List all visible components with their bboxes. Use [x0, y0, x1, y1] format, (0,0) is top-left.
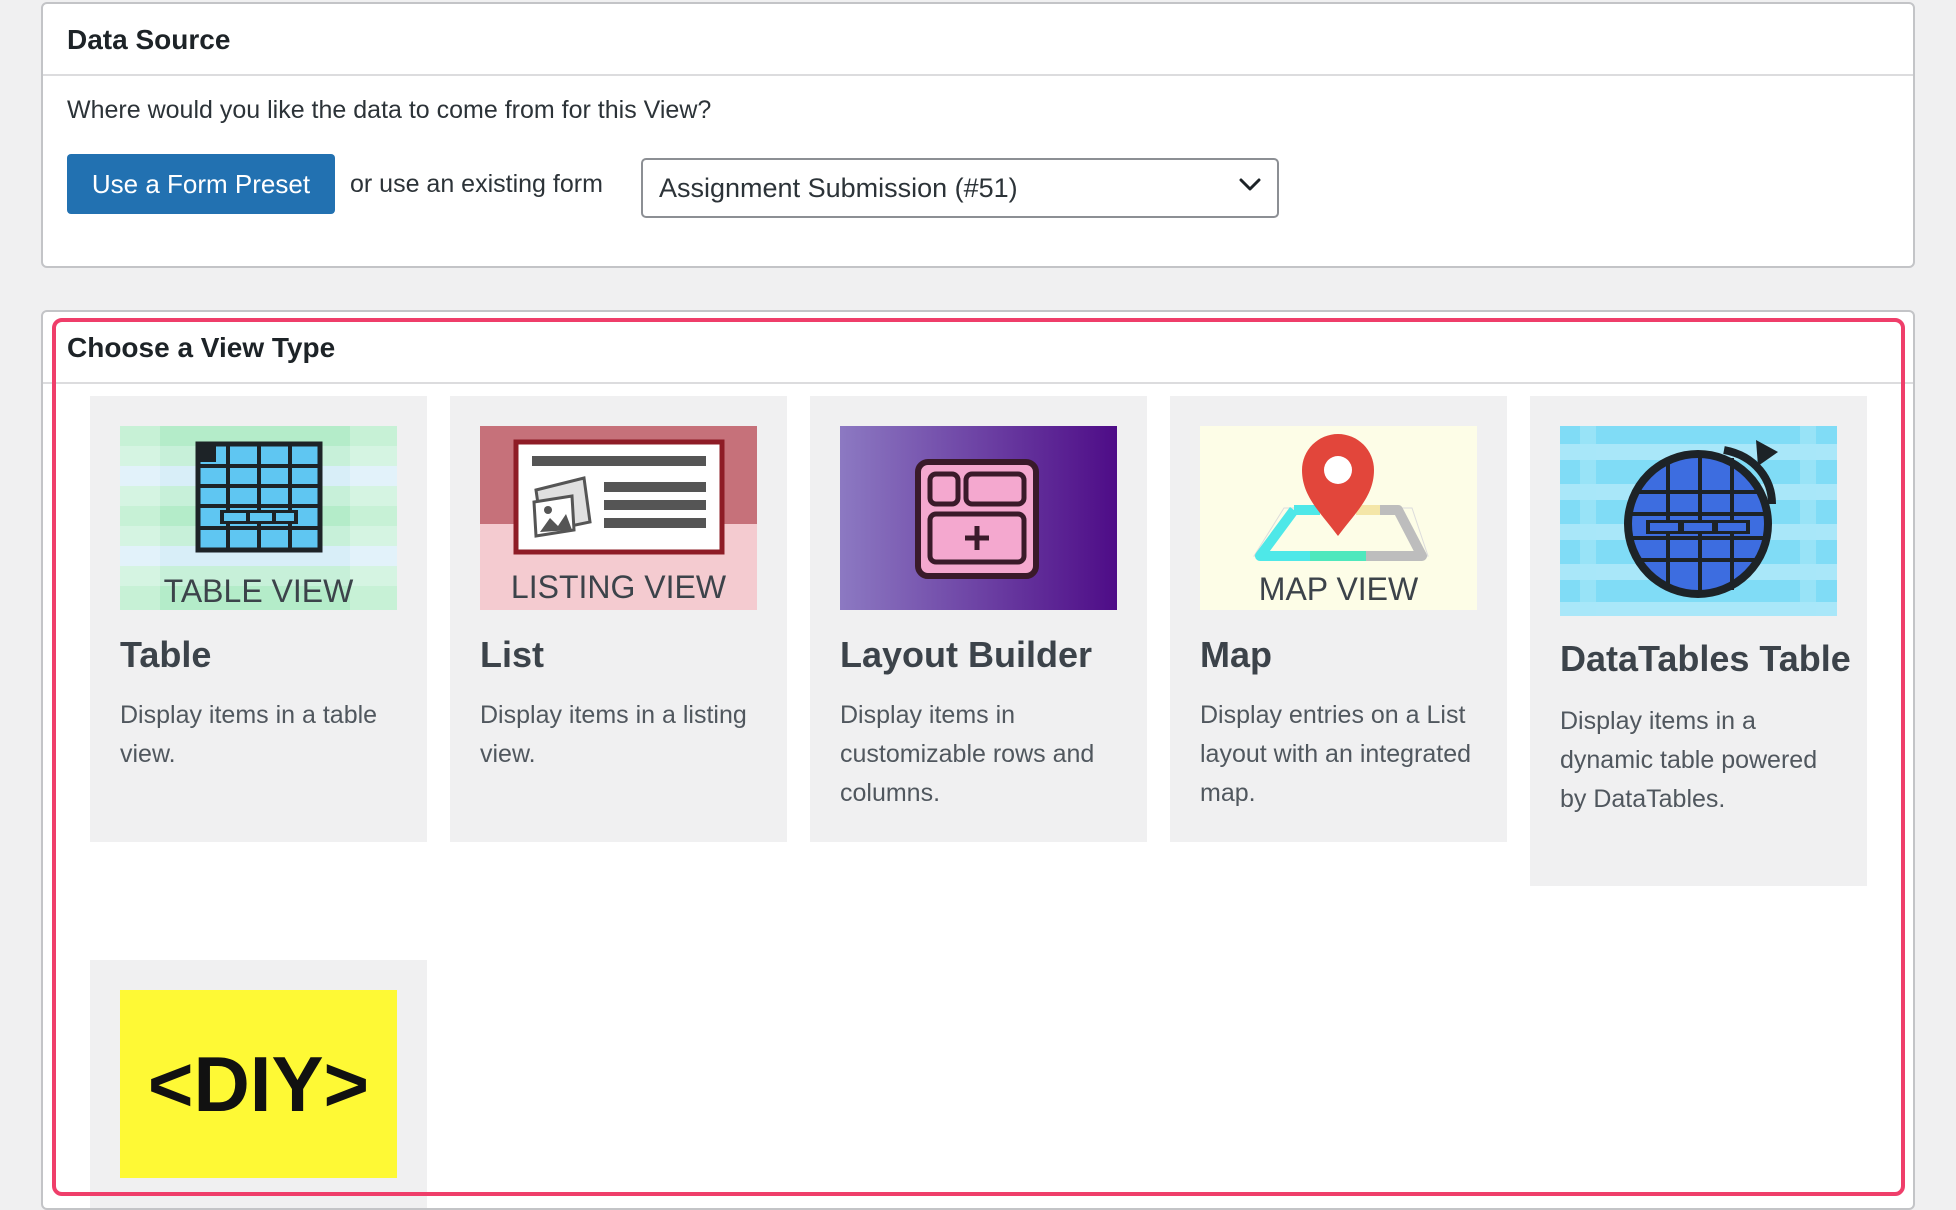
chevron-down-icon — [1239, 178, 1261, 191]
view-type-card-datatables[interactable]: DataTables Table Display items in a dyna… — [1530, 396, 1867, 886]
data-source-title: Data Source — [43, 4, 1913, 76]
diy-icon: <DIY> — [120, 990, 397, 1178]
card-title-list: List — [480, 634, 545, 675]
card-title-layout-builder: Layout Builder — [840, 634, 1093, 675]
map-view-icon: MAP VIEW — [1200, 426, 1477, 610]
table-view-icon: TABLE VIEW — [120, 426, 397, 610]
map-view-img-label: MAP VIEW — [1259, 571, 1419, 607]
table-view-img-label: TABLE VIEW — [164, 573, 354, 609]
card-desc-map: Display entries on a List layout with an… — [1200, 701, 1472, 807]
data-source-question: Where would you like the data to come fr… — [67, 96, 712, 124]
view-type-card-table[interactable]: TABLE VIEW Table Display items in a tabl… — [90, 396, 427, 842]
diy-img-label: <DIY> — [148, 1040, 369, 1128]
card-desc-layout-builder: Display items in customizable rows and c… — [840, 701, 1095, 807]
data-source-panel: Data Source Where would you like the dat… — [41, 2, 1915, 268]
listing-view-img-label: LISTING VIEW — [511, 569, 727, 605]
use-form-preset-button[interactable]: Use a Form Preset — [67, 154, 335, 214]
view-type-card-layout-builder[interactable]: Layout Builder Display items in customiz… — [810, 396, 1147, 842]
datatables-icon — [1560, 426, 1837, 616]
card-title-datatables: DataTables Table — [1560, 638, 1851, 679]
card-desc-datatables: Display items in a dynamic table powered… — [1560, 707, 1818, 813]
view-type-card-list[interactable]: LISTING VIEW List Display items in a lis… — [450, 396, 787, 842]
layout-builder-icon — [840, 426, 1117, 610]
or-existing-form-label: or use an existing form — [350, 170, 603, 198]
card-title-map: Map — [1200, 634, 1272, 675]
card-title-table: Table — [120, 634, 212, 675]
card-desc-list: Display items in a listing view. — [480, 701, 747, 768]
view-type-card-map[interactable]: MAP VIEW Map Display entries on a List l… — [1170, 396, 1507, 842]
view-type-card-diy[interactable]: <DIY> — [90, 960, 427, 1208]
card-desc-table: Display items in a table view. — [120, 701, 378, 768]
existing-form-select[interactable]: Assignment Submission (#51) — [641, 158, 1279, 218]
view-type-title: Choose a View Type — [43, 312, 1913, 384]
listing-view-icon: LISTING VIEW — [480, 426, 757, 610]
selected-form-value: Assignment Submission (#51) — [659, 173, 1018, 203]
